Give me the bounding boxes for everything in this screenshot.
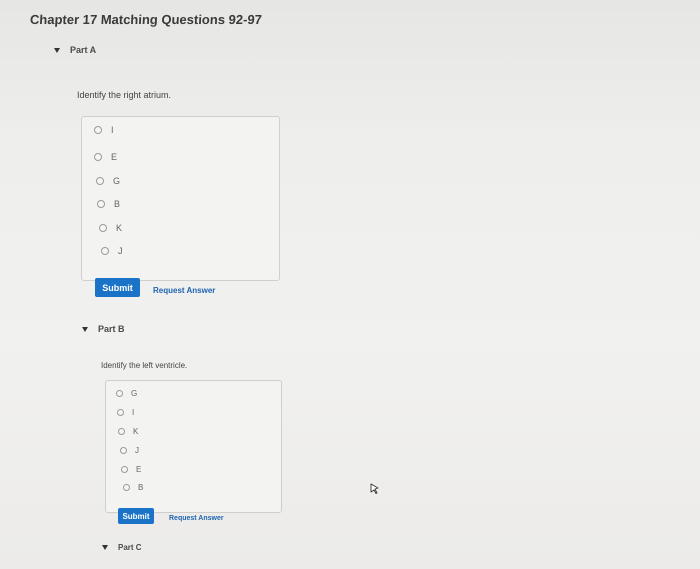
choice-label: K xyxy=(133,427,139,436)
radio-button[interactable] xyxy=(96,177,104,185)
choice-label: I xyxy=(111,125,114,135)
radio-button[interactable] xyxy=(97,200,105,208)
part-b-choice-box: G I K J E B xyxy=(105,380,282,513)
part-a-label: Part A xyxy=(70,45,97,55)
choice-label: B xyxy=(138,483,144,492)
part-a-choice[interactable]: G xyxy=(96,176,120,186)
radio-button[interactable] xyxy=(121,466,128,473)
part-a-question: Identify the right atrium. xyxy=(77,90,172,100)
choice-label: J xyxy=(135,446,139,455)
caret-down-icon xyxy=(82,326,88,332)
choice-label: I xyxy=(132,408,135,417)
radio-button[interactable] xyxy=(123,484,130,491)
radio-button[interactable] xyxy=(99,224,107,232)
radio-button[interactable] xyxy=(94,126,102,134)
part-b-header[interactable]: Part B xyxy=(82,324,125,334)
part-a-submit-button[interactable]: Submit xyxy=(95,278,140,297)
part-c-label: Part C xyxy=(118,543,142,552)
choice-label: B xyxy=(114,199,121,209)
caret-down-icon xyxy=(102,545,108,550)
choice-label: E xyxy=(136,465,142,474)
part-a-choice[interactable]: E xyxy=(94,152,117,162)
radio-button[interactable] xyxy=(101,247,109,255)
part-b-request-answer-link[interactable]: Request Answer xyxy=(169,515,224,522)
page-title: Chapter 17 Matching Questions 92-97 xyxy=(29,12,263,27)
part-c-header[interactable]: Part C xyxy=(102,543,142,552)
part-a-choice[interactable]: B xyxy=(97,199,120,209)
part-b-choice[interactable]: J xyxy=(120,446,139,455)
radio-button[interactable] xyxy=(118,428,125,435)
radio-button[interactable] xyxy=(94,153,102,161)
radio-button[interactable] xyxy=(120,447,127,454)
choice-label: K xyxy=(116,223,123,233)
assignment-page: Chapter 17 Matching Questions 92-97 Part… xyxy=(0,0,700,569)
radio-button[interactable] xyxy=(117,409,124,416)
caret-down-icon xyxy=(54,47,60,53)
part-a-choice[interactable]: K xyxy=(99,223,122,233)
part-a-choice[interactable]: I xyxy=(94,125,114,135)
part-b-label: Part B xyxy=(98,324,125,334)
part-b-choice[interactable]: I xyxy=(117,408,134,417)
part-a-choice[interactable]: J xyxy=(101,246,123,256)
part-b-choice[interactable]: K xyxy=(118,427,138,436)
part-b-choice[interactable]: B xyxy=(123,483,143,492)
mouse-pointer-icon xyxy=(370,483,379,494)
part-b-question: Identify the left ventricle. xyxy=(101,361,188,370)
choice-label: E xyxy=(111,152,118,162)
part-b-submit-button[interactable]: Submit xyxy=(118,508,154,524)
part-b-choice[interactable]: G xyxy=(116,389,137,398)
choice-label: G xyxy=(131,389,138,398)
part-a-request-answer-link[interactable]: Request Answer xyxy=(153,286,215,295)
part-a-choice-box: I E G B K J xyxy=(81,116,280,281)
choice-label: J xyxy=(118,246,123,256)
part-b-choice[interactable]: E xyxy=(121,465,141,474)
part-a-header[interactable]: Part A xyxy=(54,45,96,55)
choice-label: G xyxy=(113,176,121,186)
radio-button[interactable] xyxy=(116,390,123,397)
